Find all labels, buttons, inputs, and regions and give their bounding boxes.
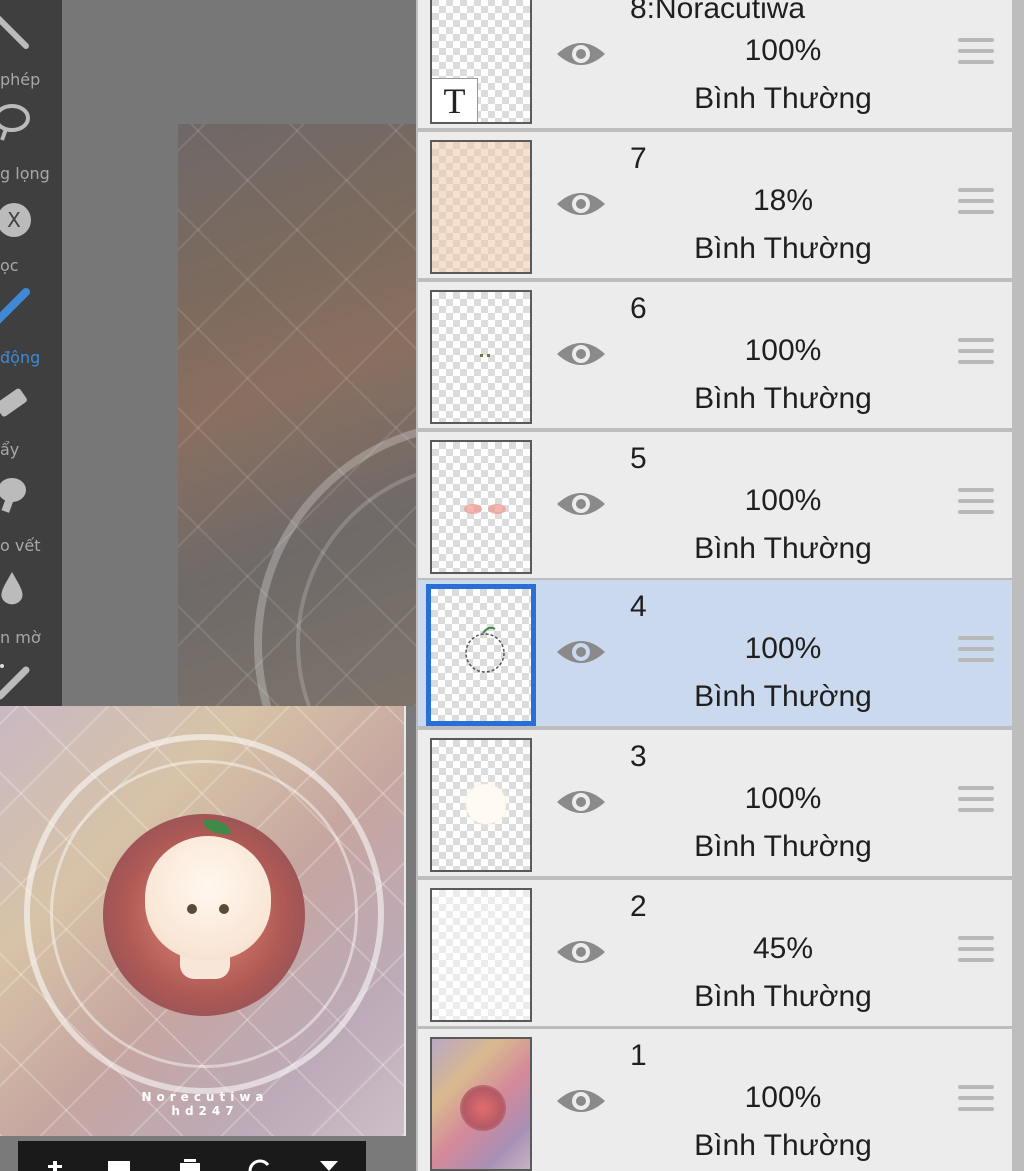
layer-name: 5 bbox=[630, 442, 647, 475]
layer-thumbnail[interactable] bbox=[430, 1037, 532, 1171]
preview-character bbox=[145, 836, 271, 960]
tool-label: động bbox=[0, 348, 41, 367]
tool-blur[interactable]: n mờ bbox=[0, 562, 62, 656]
layer-name: 2 bbox=[630, 890, 647, 923]
layer-panel: T 8:Noracutiwa 100% Bình Thường 7 18% Bì… bbox=[416, 0, 1024, 1171]
layer-row[interactable]: 2 45% Bình Thường bbox=[418, 880, 1012, 1026]
sparkle-brush-icon bbox=[0, 664, 30, 700]
svg-text:X: X bbox=[7, 208, 21, 232]
tool-sparkle-brush[interactable] bbox=[0, 656, 62, 706]
watermark-line1: Norecutiwa bbox=[141, 1090, 269, 1104]
visibility-eye-icon[interactable] bbox=[554, 932, 608, 972]
tool-smudge[interactable]: o vết bbox=[0, 468, 62, 562]
visibility-eye-icon[interactable] bbox=[554, 184, 608, 224]
visibility-eye-icon[interactable] bbox=[554, 484, 608, 524]
layer-row-selected[interactable]: 4 100% Bình Thường bbox=[418, 580, 1012, 726]
layer-blend-mode: Bình Thường bbox=[694, 830, 872, 863]
magic-wand-icon bbox=[0, 15, 29, 49]
layer-row[interactable]: 5 100% Bình Thường bbox=[418, 432, 1012, 578]
copy-icon[interactable] bbox=[174, 1157, 204, 1171]
visibility-eye-icon[interactable] bbox=[554, 1081, 608, 1121]
tool-label: g lọng bbox=[0, 164, 50, 183]
layer-thumbnail[interactable] bbox=[430, 738, 532, 872]
tool-brush[interactable]: động bbox=[0, 280, 62, 374]
blur-drop-icon bbox=[1, 572, 23, 605]
layer-blend-mode: Bình Thường bbox=[694, 1129, 872, 1162]
layer-thumbnail[interactable] bbox=[430, 440, 532, 574]
add-icon[interactable] bbox=[40, 1157, 70, 1171]
lasso-icon bbox=[0, 104, 30, 141]
drag-handle-icon[interactable] bbox=[958, 188, 994, 220]
layer-name: 8:Noracutiwa bbox=[630, 0, 806, 25]
layer-name: 6 bbox=[630, 292, 647, 325]
layer-thumbnail[interactable] bbox=[430, 290, 532, 424]
layer-blend-mode: Bình Thường bbox=[694, 532, 872, 565]
layer-opacity: 100% bbox=[744, 782, 822, 815]
layer-blend-mode: Bình Thường bbox=[694, 680, 872, 713]
eraser-icon bbox=[0, 388, 27, 417]
layer-thumbnail[interactable]: T bbox=[430, 0, 532, 124]
layer-opacity: 100% bbox=[744, 632, 822, 665]
tool-label: ẩy bbox=[0, 440, 20, 459]
layer-thumbnail[interactable] bbox=[426, 584, 536, 726]
canvas-image[interactable] bbox=[178, 124, 416, 706]
tool-label: o vết bbox=[0, 536, 41, 555]
layer-blend-mode: Bình Thường bbox=[694, 232, 872, 265]
layer-opacity: 45% bbox=[752, 932, 814, 965]
drag-handle-icon[interactable] bbox=[958, 38, 994, 70]
layer-name: 3 bbox=[630, 740, 647, 773]
layer-row[interactable]: 1 100% Bình Thường bbox=[418, 1029, 1012, 1171]
tool-label: ọc bbox=[0, 256, 19, 275]
watermark-line2: hd247 bbox=[171, 1104, 239, 1118]
layer-add-icon[interactable] bbox=[104, 1157, 134, 1171]
preview-eye-left bbox=[187, 904, 197, 914]
layer-row[interactable]: 6 100% Bình Thường bbox=[418, 282, 1012, 428]
drag-handle-icon[interactable] bbox=[958, 936, 994, 968]
brush-icon bbox=[0, 288, 30, 324]
tool-lasso[interactable]: g lọng bbox=[0, 92, 62, 186]
layer-name: 1 bbox=[630, 1039, 647, 1072]
tool-label: phép bbox=[0, 70, 41, 89]
drag-handle-icon[interactable] bbox=[958, 786, 994, 818]
layer-row[interactable]: 7 18% Bình Thường bbox=[418, 132, 1012, 278]
rotate-icon[interactable] bbox=[244, 1157, 274, 1171]
smudge-icon bbox=[0, 478, 26, 513]
layer-opacity: 100% bbox=[744, 334, 822, 367]
x-circle-icon: X bbox=[0, 203, 31, 237]
layer-thumbnail[interactable] bbox=[430, 888, 532, 1022]
layer-opacity: 18% bbox=[752, 184, 814, 217]
layer-opacity: 100% bbox=[744, 1081, 822, 1114]
drag-handle-icon[interactable] bbox=[958, 338, 994, 370]
layer-name: 7 bbox=[630, 142, 647, 175]
tool-filter[interactable]: X ọc bbox=[0, 186, 62, 280]
tool-sidebar: phép g lọng X ọc động ẩy o vết n mờ bbox=[0, 0, 62, 706]
drag-handle-icon[interactable] bbox=[958, 488, 994, 520]
visibility-eye-icon[interactable] bbox=[554, 782, 608, 822]
visibility-eye-icon[interactable] bbox=[554, 632, 608, 672]
layer-name: 4 bbox=[630, 590, 647, 623]
preview-eye-right bbox=[219, 904, 229, 914]
tool-eraser[interactable]: ẩy bbox=[0, 374, 62, 468]
canvas-rings bbox=[254, 428, 416, 706]
tool-label: n mờ bbox=[0, 628, 41, 647]
preview-toolbar bbox=[18, 1141, 366, 1171]
layer-row[interactable]: T 8:Noracutiwa 100% Bình Thường bbox=[418, 0, 1012, 128]
layer-thumbnail[interactable] bbox=[430, 140, 532, 274]
layer-row[interactable]: 3 100% Bình Thường bbox=[418, 730, 1012, 876]
text-layer-icon: T bbox=[432, 78, 478, 122]
preview-watermark: Norecutiwa hd247 bbox=[120, 1090, 290, 1118]
layer-blend-mode: Bình Thường bbox=[694, 82, 872, 115]
layer-blend-mode: Bình Thường bbox=[694, 980, 872, 1013]
layer-opacity: 100% bbox=[744, 34, 822, 67]
layer-opacity: 100% bbox=[744, 484, 822, 517]
drag-handle-icon[interactable] bbox=[958, 1085, 994, 1117]
visibility-eye-icon[interactable] bbox=[554, 34, 608, 74]
tool-magic-wand[interactable]: phép bbox=[0, 0, 62, 92]
drag-handle-icon[interactable] bbox=[958, 636, 994, 668]
visibility-eye-icon[interactable] bbox=[554, 334, 608, 374]
layer-blend-mode: Bình Thường bbox=[694, 382, 872, 415]
merge-down-icon[interactable] bbox=[314, 1157, 344, 1171]
preview-thumbnail[interactable]: Norecutiwa hd247 bbox=[0, 706, 406, 1136]
